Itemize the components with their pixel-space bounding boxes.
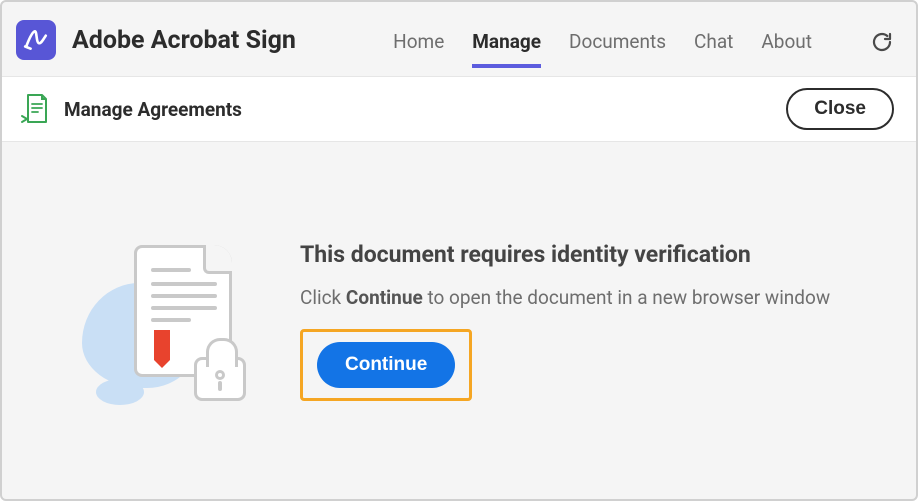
app-logo — [16, 20, 56, 60]
nav-chat[interactable]: Chat — [694, 12, 733, 68]
nav-documents[interactable]: Documents — [569, 12, 666, 68]
subheader-title: Manage Agreements — [64, 98, 242, 121]
message-body-prefix: Click — [300, 286, 346, 309]
header: Adobe Acrobat Sign Home Manage Documents… — [2, 2, 916, 68]
message-title: This document requires identity verifica… — [300, 241, 886, 268]
refresh-icon — [870, 30, 894, 54]
nav-tabs: Home Manage Documents Chat About — [393, 12, 894, 68]
message-body-strong: Continue — [346, 286, 423, 309]
document-lock-illustration — [92, 231, 272, 411]
agreements-icon — [20, 92, 50, 126]
close-button[interactable]: Close — [786, 88, 894, 130]
nav-manage[interactable]: Manage — [472, 12, 541, 68]
nav-home[interactable]: Home — [393, 12, 444, 68]
message-body-suffix: to open the document in a new browser wi… — [423, 286, 830, 309]
content-area: This document requires identity verifica… — [2, 142, 916, 499]
app-window: Adobe Acrobat Sign Home Manage Documents… — [0, 0, 918, 501]
app-title: Adobe Acrobat Sign — [72, 26, 296, 55]
nav-about[interactable]: About — [761, 12, 812, 68]
message-body: Click Continue to open the document in a… — [300, 286, 886, 309]
continue-highlight: Continue — [300, 329, 472, 401]
subheader: Manage Agreements Close — [2, 76, 916, 142]
continue-button[interactable]: Continue — [317, 342, 455, 388]
acrobat-sign-icon — [23, 27, 49, 53]
refresh-button[interactable] — [870, 12, 894, 68]
verification-message: This document requires identity verifica… — [300, 241, 886, 401]
lock-icon — [194, 357, 246, 401]
